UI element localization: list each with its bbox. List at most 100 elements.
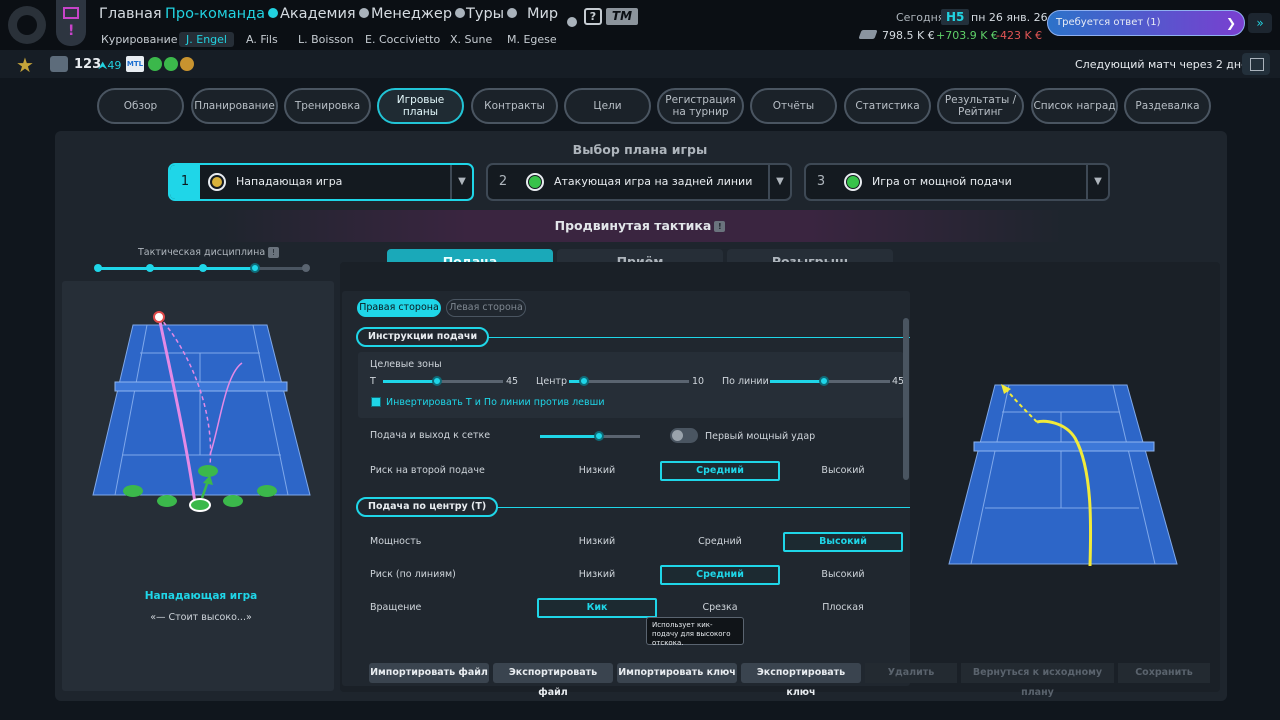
discipline-step[interactable] (302, 264, 310, 272)
plan-style-icon (208, 173, 226, 191)
serve-instructions-header: Инструкции подачи (356, 327, 490, 347)
spin-slice[interactable]: Срезка (660, 598, 780, 618)
income: +703.9 K € (936, 29, 998, 42)
info-icon[interactable]: ! (268, 247, 280, 258)
tab-reports[interactable]: Отчёты (750, 88, 837, 124)
slot-label: Игра от мощной подачи (872, 175, 1012, 188)
risk-lines-label: Риск (по линиям) (370, 569, 456, 580)
slot-number: 2 (498, 174, 508, 189)
nav-tours[interactable]: Туры (466, 6, 518, 26)
discipline-step[interactable] (199, 264, 207, 272)
subnav-player-engel[interactable]: J. Engel (179, 32, 234, 47)
revert-plan-button[interactable]: Вернуться к исходному плану (961, 663, 1114, 698)
zone-center-knob[interactable] (579, 376, 589, 386)
calendar-icon[interactable] (1242, 53, 1270, 75)
menu-dot-icon (455, 8, 466, 18)
nav-pro-team[interactable]: Про-команда (165, 6, 279, 26)
plan-style-icon (526, 173, 544, 191)
today-label: Сегодня (896, 11, 945, 24)
settings-dot-icon[interactable] (567, 16, 577, 27)
mail-button[interactable]: ! (56, 0, 86, 46)
risk-lines-medium[interactable]: Средний (660, 565, 780, 585)
info-icon[interactable]: ! (714, 221, 726, 232)
zone-t-knob[interactable] (432, 376, 442, 386)
menu-dot-icon (507, 8, 518, 18)
second-risk-medium[interactable]: Средний (660, 461, 780, 481)
save-button[interactable]: Сохранить (1118, 663, 1210, 683)
left-side-button[interactable]: Левая сторона (446, 299, 526, 317)
dropdown-icon[interactable]: ▼ (1086, 165, 1108, 199)
tab-contracts[interactable]: Контракты (471, 88, 558, 124)
subnav-curation[interactable]: Курирование (101, 33, 178, 46)
back-logo-button[interactable] (8, 6, 46, 44)
favorite-star-icon[interactable]: ★ (16, 53, 34, 77)
subnav-player-sune[interactable]: X. Sune (450, 33, 492, 46)
tab-planning[interactable]: Планирование (191, 88, 278, 124)
discipline-step[interactable] (94, 264, 102, 272)
subnav-player-egese[interactable]: M. Egese (507, 33, 557, 46)
second-risk-high[interactable]: Высокий (783, 461, 903, 481)
tab-training[interactable]: Тренировка (284, 88, 371, 124)
serve-volley-knob[interactable] (594, 431, 604, 441)
spin-kick[interactable]: Кик (537, 598, 657, 618)
second-risk-low[interactable]: Низкий (537, 461, 657, 481)
right-side-button[interactable]: Правая сторона (357, 299, 441, 317)
first-power-toggle[interactable] (670, 428, 698, 443)
plan-slot-2[interactable]: 2 Атакующая игра на задней линии ▼ (486, 163, 792, 201)
subnav-player-coccivietto[interactable]: E. Coccivietto (365, 33, 440, 46)
power-high[interactable]: Высокий (783, 532, 903, 552)
help-icon[interactable]: ? (584, 8, 602, 25)
power-low[interactable]: Низкий (537, 532, 657, 552)
slot-label: Нападающая игра (236, 175, 343, 188)
fast-forward-icon[interactable]: » (1248, 13, 1272, 33)
serve-court-diagram (948, 384, 1178, 567)
tab-results-ranking[interactable]: Результаты / Рейтинг (937, 88, 1024, 124)
power-medium[interactable]: Средний (660, 532, 780, 552)
advanced-tactics-title: Продвинутая тактика! (0, 218, 1280, 233)
tab-overview[interactable]: Обзор (97, 88, 184, 124)
mtl-logo: MTL (126, 56, 144, 72)
delete-button[interactable]: Удалить (865, 663, 957, 683)
export-file-button[interactable]: Экспортировать файл (493, 663, 613, 698)
nav-academy[interactable]: Академия (280, 6, 369, 26)
zone-t-fill (383, 380, 437, 383)
balance: 798.5 K € (882, 29, 935, 42)
discipline-step[interactable] (146, 264, 154, 272)
subnav-player-fils[interactable]: A. Fils (246, 33, 278, 46)
tab-registration[interactable]: Регистрация на турнир (657, 88, 744, 124)
invert-lefty-checkbox[interactable] (371, 397, 381, 407)
tab-awards[interactable]: Список наград (1031, 88, 1118, 124)
risk-lines-high[interactable]: Высокий (783, 565, 903, 585)
discipline-knob[interactable] (250, 263, 260, 273)
plan-slot-1[interactable]: 1 Нападающая игра ▼ (168, 163, 474, 201)
rank-change: ⮝49 (98, 59, 122, 72)
zone-line-knob[interactable] (819, 376, 829, 386)
tab-locker-room[interactable]: Раздевалка (1124, 88, 1211, 124)
player-position-dot (223, 495, 243, 507)
import-file-button[interactable]: Импортировать файл (369, 663, 489, 683)
export-key-button[interactable]: Экспортировать ключ (741, 663, 861, 698)
slot-number: 3 (816, 174, 826, 189)
week-badge: Н5 (941, 9, 970, 25)
risk-lines-low[interactable]: Низкий (537, 565, 657, 585)
ball-start-marker (153, 311, 165, 323)
plan-slot-3[interactable]: 3 Игра от мощной подачи ▼ (804, 163, 1110, 201)
nav-manager[interactable]: Менеджер (371, 6, 466, 26)
tab-game-plans[interactable]: Игровые планы (377, 88, 464, 124)
tab-statistics[interactable]: Статистика (844, 88, 931, 124)
response-required-button[interactable]: Требуется ответ (1) ❯ (1047, 10, 1245, 36)
subnav-player-boisson[interactable]: L. Boisson (298, 33, 354, 46)
nav-home[interactable]: Главная (99, 6, 162, 26)
import-key-button[interactable]: Импортировать ключ (617, 663, 737, 683)
scrollbar[interactable] (903, 318, 909, 480)
alert-icon: ! (68, 23, 75, 39)
expense: -423 K € (996, 29, 1043, 42)
power-label: Мощность (370, 536, 422, 547)
nav-world[interactable]: Мир (527, 6, 558, 26)
avatar[interactable] (50, 56, 68, 72)
section-divider (480, 337, 910, 338)
spin-flat[interactable]: Плоская (783, 598, 903, 618)
tab-goals[interactable]: Цели (564, 88, 651, 124)
dropdown-icon[interactable]: ▼ (450, 165, 472, 199)
dropdown-icon[interactable]: ▼ (768, 165, 790, 199)
